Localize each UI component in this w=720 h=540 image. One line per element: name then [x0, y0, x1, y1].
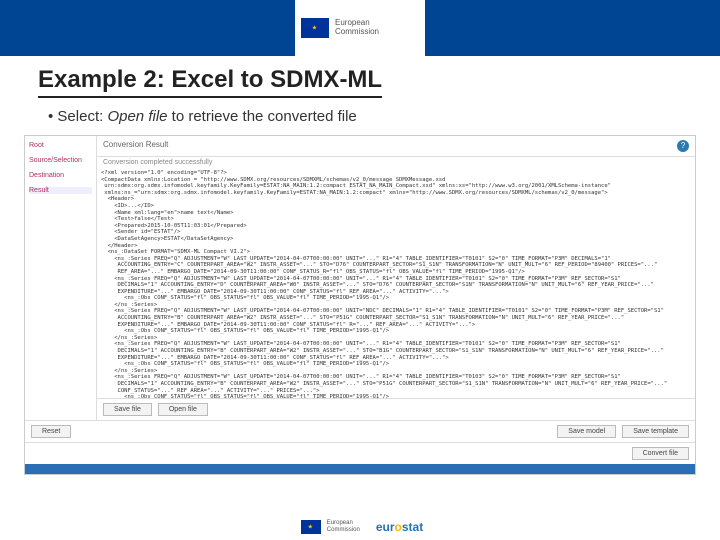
ec-logo-text: EuropeanCommission — [335, 19, 379, 37]
eurostat-logo: eurostat — [376, 520, 423, 534]
conversion-status: Conversion completed successfully — [97, 157, 695, 168]
side-source[interactable]: Source/Selection — [29, 157, 92, 164]
bullet-line: • Select: Open file to retrieve the conv… — [0, 102, 720, 135]
side-root[interactable]: Root — [29, 142, 92, 149]
xml-output[interactable]: <?xml version="1.0" encoding="UTF-8"?> <… — [97, 168, 695, 398]
slide-title: Example 2: Excel to SDMX-ML — [38, 66, 382, 98]
save-template-button[interactable]: Save template — [622, 425, 689, 438]
eu-flag-icon — [301, 18, 329, 38]
convert-file-button[interactable]: Convert file — [632, 447, 689, 460]
progress-bar — [25, 464, 695, 474]
side-nav: Root Source/Selection Destination Result — [25, 136, 97, 420]
side-result[interactable]: Result — [29, 187, 92, 194]
help-icon[interactable]: ? — [677, 140, 689, 152]
slide-header: EuropeanCommission — [0, 0, 720, 56]
panel-title: Conversion Result — [103, 140, 168, 152]
save-model-button[interactable]: Save model — [557, 425, 616, 438]
converter-window: Root Source/Selection Destination Result… — [24, 135, 696, 475]
eu-flag-icon — [301, 520, 321, 534]
ec-logo: EuropeanCommission — [295, 0, 425, 56]
open-file-button[interactable]: Open file — [158, 403, 208, 416]
side-destination[interactable]: Destination — [29, 172, 92, 179]
reset-button[interactable]: Reset — [31, 425, 71, 438]
save-file-button[interactable]: Save file — [103, 403, 152, 416]
footer-ec-logo: EuropeanCommission — [297, 516, 364, 538]
slide-footer: EuropeanCommission eurostat — [0, 516, 720, 538]
